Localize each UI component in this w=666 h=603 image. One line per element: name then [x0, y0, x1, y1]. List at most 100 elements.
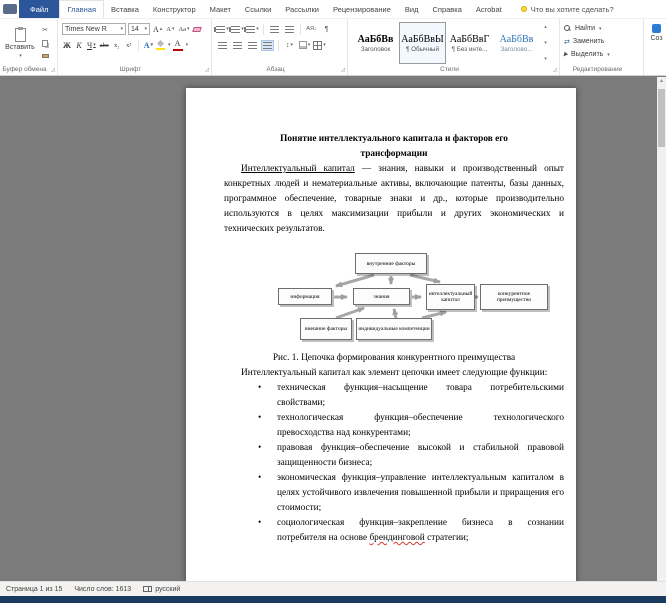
tab-mailings[interactable]: Рассылки: [278, 0, 326, 18]
find-button[interactable]: Найти ▾: [564, 22, 640, 35]
chevron-down-icon: ▾: [607, 51, 610, 58]
document-title[interactable]: Понятие интеллектуального капитала и фак…: [224, 132, 564, 162]
tab-view[interactable]: Вид: [398, 0, 426, 18]
font-group: Times New R ▾ 14 ▾ А ▴ А ▾ Аа ▾ Ж К Ч ▾ abc …: [58, 19, 212, 75]
select-button[interactable]: Выделить ▾: [563, 48, 640, 61]
chevron-down-icon: ▾: [19, 52, 22, 59]
tab-acrobat[interactable]: Acrobat: [469, 0, 509, 18]
underline-button[interactable]: Ч ▾: [86, 40, 97, 51]
paragraph-1[interactable]: Интеллектуальный капитал — знания, навык…: [224, 162, 564, 237]
cursor-icon: [563, 51, 569, 58]
strikethrough-button[interactable]: abc: [99, 40, 110, 51]
tab-file[interactable]: Файл: [19, 0, 60, 18]
decrease-indent-icon[interactable]: [268, 24, 281, 35]
tellme-label: Что вы хотите сделать?: [530, 4, 614, 14]
font-dialog-launcher[interactable]: ◿: [205, 68, 209, 73]
list-item[interactable]: техническая функция–насыщение товара пот…: [224, 381, 564, 411]
page-indicator[interactable]: Страница 1 из 15: [6, 586, 62, 593]
list-item[interactable]: социологическая функция–закрепление бизн…: [224, 516, 564, 546]
format-painter-icon[interactable]: [39, 51, 51, 61]
sort-icon[interactable]: АЯ↓: [305, 24, 318, 35]
document-area: Понятие интеллектуального капитала и фак…: [0, 77, 666, 581]
style-card-heading2[interactable]: АаБбВв Заголово...: [493, 22, 540, 64]
tab-help[interactable]: Справка: [425, 0, 468, 18]
tellme-search[interactable]: Что вы хотите сделать?: [520, 0, 614, 18]
styles-scroll-down-icon[interactable]: ▾: [544, 40, 547, 46]
figure-node-competitive-advantage: конкурентное преимущество: [480, 284, 548, 310]
superscript-button[interactable]: x²: [124, 40, 134, 51]
shading-icon[interactable]: ▾: [298, 40, 311, 51]
replace-button[interactable]: ⇄ Заменить: [564, 35, 640, 48]
figure-caption[interactable]: Рис. 1. Цепочка формирования конкурентно…: [224, 351, 564, 366]
align-right-icon[interactable]: [246, 40, 259, 51]
align-center-icon[interactable]: [231, 40, 244, 51]
font-color-button[interactable]: А: [172, 40, 183, 51]
highlight-color-icon[interactable]: [156, 41, 166, 50]
style-card-no-spacing[interactable]: АаБбВвГ ¶ Без инте...: [446, 22, 493, 64]
scroll-up-icon[interactable]: ▲: [657, 78, 666, 84]
clear-formatting-icon[interactable]: [191, 26, 202, 32]
bullet-list: техническая функция–насыщение товара пот…: [224, 381, 564, 546]
cut-icon[interactable]: ✂: [39, 25, 51, 35]
text-effects-button[interactable]: А ▾: [143, 40, 154, 51]
proofing-book-icon: [143, 586, 153, 592]
copy-icon[interactable]: [39, 38, 51, 48]
style-card-normal[interactable]: АаБбВвЫ ¶ Обычный: [399, 22, 446, 64]
replace-icon: ⇄: [564, 38, 570, 46]
paste-button[interactable]: Вставить ▾: [4, 22, 36, 64]
word-count[interactable]: Число слов: 1613: [74, 586, 131, 593]
clipboard-group: Вставить ▾ ✂ Буфер обмена ◿: [0, 19, 58, 75]
styles-scroll-up-icon[interactable]: ▴: [544, 24, 547, 30]
italic-button[interactable]: К: [74, 40, 84, 51]
document-page[interactable]: Понятие интеллектуального капитала и фак…: [186, 88, 576, 581]
tab-layout[interactable]: Макет: [203, 0, 238, 18]
chevron-down-icon: ▾: [185, 42, 189, 48]
language-indicator[interactable]: русский: [143, 586, 180, 593]
figure-node-knowledge: знания: [353, 288, 410, 305]
editing-group-label: Редактирование: [572, 66, 623, 73]
share-label: Соз: [650, 35, 663, 42]
share-icon: [652, 24, 661, 33]
borders-icon[interactable]: ▾: [313, 40, 326, 51]
change-case-button[interactable]: Аа ▾: [178, 24, 191, 35]
tab-insert[interactable]: Вставка: [104, 0, 146, 18]
subscript-button[interactable]: x₂: [112, 40, 122, 51]
tab-design[interactable]: Конструктор: [146, 0, 203, 18]
list-item[interactable]: технологическая функция–обеспечение техн…: [224, 411, 564, 441]
shrink-font-button[interactable]: А ▾: [165, 24, 175, 35]
show-paragraph-marks-icon[interactable]: ¶: [320, 24, 333, 35]
share-button[interactable]: Соз: [648, 22, 665, 42]
increase-indent-icon[interactable]: [283, 24, 296, 35]
styles-dialog-launcher[interactable]: ◿: [553, 68, 557, 73]
font-name-select[interactable]: Times New R ▾: [62, 23, 126, 35]
figure-node-individual-competences: индивидуальные компетенции: [356, 318, 432, 340]
app-icon: [3, 4, 17, 14]
grow-font-button[interactable]: А ▴: [152, 24, 163, 35]
replace-label: Заменить: [572, 38, 605, 45]
paragraph-dialog-launcher[interactable]: ◿: [341, 68, 345, 73]
list-item[interactable]: экономическая функция–управление интелле…: [224, 471, 564, 516]
bullet-list-icon[interactable]: ▾: [216, 24, 229, 35]
style-preview: АаБбВв: [499, 33, 534, 45]
bold-button[interactable]: Ж: [62, 40, 72, 51]
justify-icon[interactable]: [261, 39, 274, 51]
figure-diagram[interactable]: внутренние факторы информация знания инт…: [224, 249, 564, 346]
paragraph-2[interactable]: Интеллектуальный капитал как элемент цеп…: [224, 366, 564, 381]
tab-references[interactable]: Ссылки: [238, 0, 278, 18]
find-label: Найти: [575, 25, 595, 32]
tab-review[interactable]: Рецензирование: [326, 0, 398, 18]
line-spacing-icon[interactable]: ↕ ▾: [283, 40, 296, 51]
multilevel-list-icon[interactable]: ▾: [246, 24, 259, 35]
numbered-list-icon[interactable]: ▾: [231, 24, 244, 35]
list-item[interactable]: правовая функция–обеспечение высокой и с…: [224, 441, 564, 471]
tab-home[interactable]: Главная: [59, 0, 104, 18]
style-card-heading[interactable]: АаБбВв Заголовок: [352, 22, 399, 64]
clipboard-dialog-launcher[interactable]: ◿: [51, 68, 55, 73]
styles-more-icon[interactable]: ▾: [544, 56, 547, 62]
align-left-icon[interactable]: [216, 40, 229, 51]
style-name: Заголовок: [360, 45, 391, 53]
style-preview: АаБбВвЫ: [401, 33, 444, 45]
font-size-select[interactable]: 14 ▾: [128, 23, 150, 35]
vertical-scrollbar[interactable]: ▲: [657, 77, 666, 581]
scrollbar-thumb[interactable]: [658, 89, 665, 147]
